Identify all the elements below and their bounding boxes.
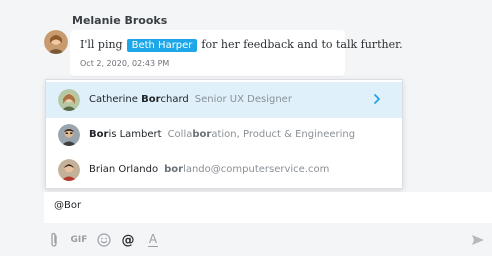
suggestion-name-part: chard [160,94,189,105]
paperclip-icon [51,232,57,247]
message-text-before: I'll ping [80,38,123,51]
mention-button[interactable]: @ [120,230,136,250]
message-input[interactable] [54,200,354,211]
message-text: I'll ping Beth Harper for her feedback and… [80,38,403,52]
suggestion-subtitle: Senior UX Designer [195,94,292,105]
suggestion-subtitle-part: Colla [167,129,193,140]
emoji-button[interactable] [96,230,112,250]
suggestion-subtitle-match: bor [192,129,212,140]
format-text-icon: A [148,232,158,246]
smiley-icon [97,233,111,247]
suggestion-subtitle-part: lando@computerservice.com [183,164,330,175]
sender-avatar [44,30,68,54]
suggestion-subtitle: Collaboration, Product & Engineering [168,129,356,140]
suggestion-name-part: Catherine [89,94,142,105]
suggestion-subtitle: borlando@computerservice.com [164,164,329,175]
suggestion-name: Catherine Borchard Senior UX Designer [89,94,292,105]
send-icon[interactable] [470,232,486,248]
suggestion-avatar [58,89,80,111]
suggestion-item-boris-lambert[interactable]: Boris Lambert Collaboration, Product & En… [46,117,402,153]
suggestion-name-match: Bor [141,94,161,105]
compose-box [44,192,492,223]
suggestion-subtitle-match: bor [164,164,184,175]
sender-name: Melanie Brooks [72,14,168,27]
gif-button[interactable]: GIF [70,230,88,250]
mention-chip[interactable]: Beth Harper [126,39,198,52]
suggestion-subtitle-part: ation, Product & Engineering [211,129,356,140]
suggestion-name-match: Bor [89,129,109,140]
suggestion-item-brian-orlando[interactable]: Brian Orlando borlando@computerservice.co… [46,152,402,188]
suggestion-name-part: is Lambert [108,129,162,140]
format-text-button[interactable]: A [146,230,160,250]
attachment-button[interactable] [48,230,60,250]
suggestion-avatar [58,159,80,181]
suggestion-avatar [58,124,80,146]
suggestion-name: Boris Lambert Collaboration, Product & En… [89,129,355,140]
format-underline [148,246,158,247]
suggestion-name-part: Brian Orlando [89,164,159,175]
mention-suggestions: Catherine Borchard Senior UX Designer Bor… [45,79,403,189]
message-text-after: for her feedback and to talk further. [201,38,403,51]
message-bubble: I'll ping Beth Harper for her feedback and… [70,30,403,76]
suggestion-item-catherine-borchard[interactable]: Catherine Borchard Senior UX Designer [46,82,402,118]
suggestion-subtitle-part: Senior UX Designer [194,94,292,105]
chat-panel: Melanie Brooks I'll ping Beth Harper for h… [0,0,492,256]
message-timestamp: Oct 2, 2020, 02:43 PM [80,59,170,68]
chevron-right-icon [374,94,380,104]
suggestion-name: Brian Orlando borlando@computerservice.co… [89,164,329,175]
